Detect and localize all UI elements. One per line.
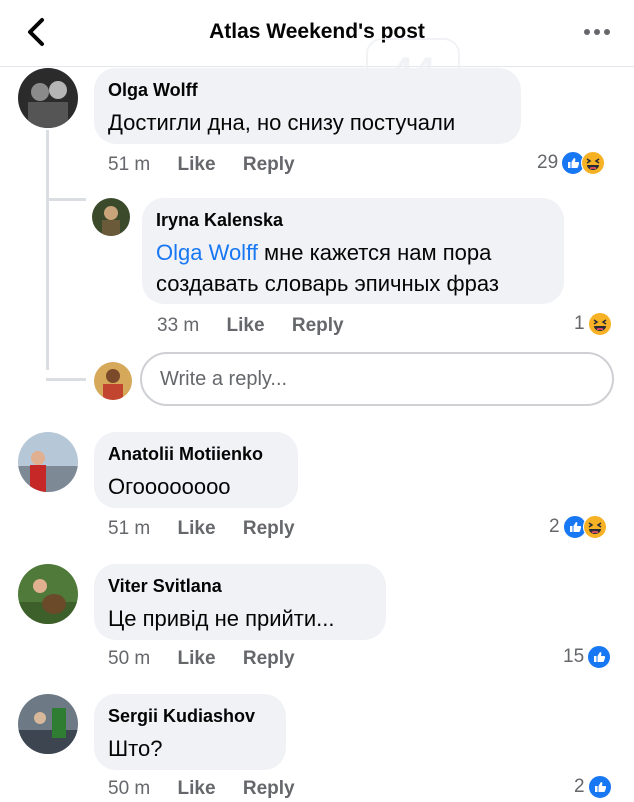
comment-time: 51 m [108,518,151,539]
comment-meta: 50 m Like Reply [108,778,317,802]
reaction-count: 2 [549,516,560,537]
like-button[interactable]: Like [178,778,216,799]
avatar[interactable] [18,432,78,492]
reactions[interactable]: 1 [574,309,612,339]
like-button[interactable]: Like [178,154,216,175]
comment-time: 50 m [108,778,151,799]
post-header: Atlas Weekend's post [0,0,634,67]
comment-author[interactable]: Anatolii Motiienko [108,444,282,465]
reply-button[interactable]: Reply [243,778,295,799]
reply-button[interactable]: Reply [292,315,344,336]
haha-icon [581,151,606,175]
thread-branch [46,378,86,381]
comment-meta: 51 m Like Reply [108,154,317,178]
like-button[interactable]: Like [178,518,216,539]
comment-meta: 33 m Like Reply [157,315,366,339]
reply-button[interactable]: Reply [243,648,295,669]
comment-text-line1: мне кажется нам пора [264,240,492,265]
comment-meta: 50 m Like Reply [108,648,317,672]
comment-text: Достигли дна, но снизу постучали [108,110,456,135]
comment-meta: 51 m Like Reply [108,518,317,542]
reaction-count: 15 [563,646,585,667]
reactions[interactable]: 2 [574,772,612,802]
comment-bubble: Anatolii Motiienko Огоооооооо [94,432,298,508]
reply-button[interactable]: Reply [243,154,295,175]
reply-input[interactable]: Write a reply... [140,352,614,406]
comment-time: 51 m [108,154,151,175]
comment-author[interactable]: Iryna Kalenska [156,210,548,231]
like-button[interactable]: Like [178,648,216,669]
comment-text: Огоооооооо [108,474,231,499]
like-icon [587,645,612,669]
mention-link[interactable]: Olga Wolff [156,240,258,265]
avatar[interactable] [18,564,78,624]
comment-text-line2: создавать словарь эпичных фраз [156,271,499,296]
more-options-icon[interactable] [582,22,612,42]
page-title: Atlas Weekend's post [209,20,425,43]
comment-time: 50 m [108,648,151,669]
reaction-count: 1 [574,313,585,334]
comment-text: Це привід не прийти... [108,606,335,631]
thread-line [46,130,49,370]
reactions[interactable]: 15 [563,642,612,672]
comment-text: Што? [108,736,163,761]
avatar[interactable] [92,198,130,236]
like-button[interactable]: Like [227,315,265,336]
reactions[interactable]: 2 [549,512,607,542]
comment-author[interactable]: Olga Wolff [108,80,505,101]
comment-bubble: Olga Wolff Достигли дна, но снизу постуч… [94,68,521,144]
haha-icon [582,515,607,539]
comment-bubble: Sergii Kudiashov Што? [94,694,286,770]
like-icon [587,775,612,799]
haha-icon [587,312,612,336]
avatar[interactable] [18,694,78,754]
current-user-avatar [94,362,132,400]
comment-text: Olga Wolff мне кажется нам пора создават… [156,237,548,299]
reaction-count: 2 [574,776,585,797]
reply-button[interactable]: Reply [243,518,295,539]
thread-branch [46,198,86,201]
avatar[interactable] [18,68,78,128]
comment-time: 33 m [157,315,200,336]
comment-bubble: Viter Svitlana Це привід не прийти... [94,564,386,640]
comment-bubble: Iryna Kalenska Olga Wolff мне кажется на… [142,198,564,304]
comment-author[interactable]: Viter Svitlana [108,576,370,597]
reaction-count: 29 [537,152,559,173]
reactions[interactable]: 29 [537,148,606,178]
comment-author[interactable]: Sergii Kudiashov [108,706,270,727]
